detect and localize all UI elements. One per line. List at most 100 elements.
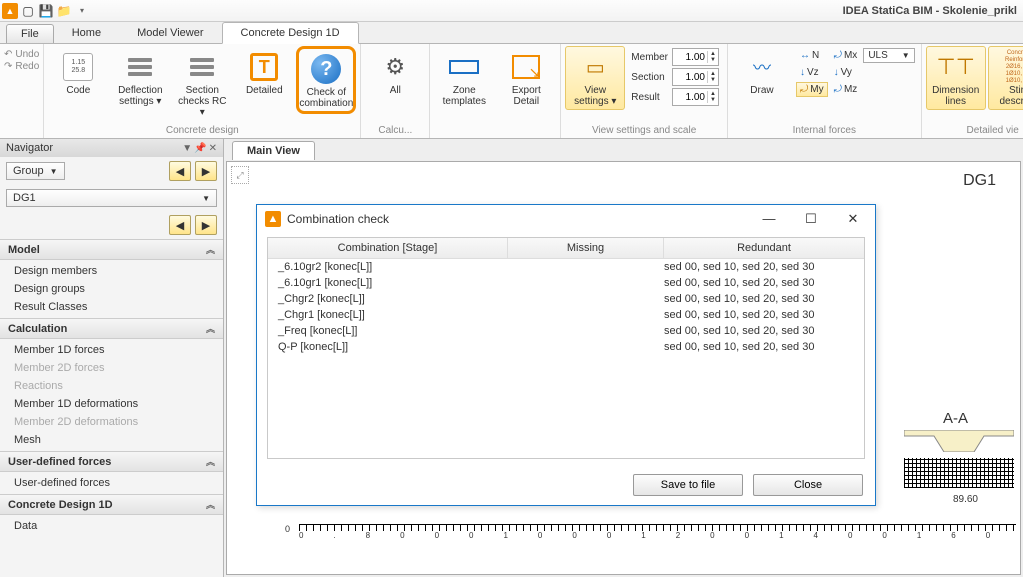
- maximize-button[interactable]: ☐: [797, 211, 825, 227]
- tab-concrete-design-1d[interactable]: Concrete Design 1D: [222, 22, 359, 44]
- save-to-file-button[interactable]: Save to file: [633, 474, 743, 496]
- section-checks-button[interactable]: Section checks RC ▾: [172, 46, 232, 121]
- draw-icon: 〰: [746, 51, 778, 83]
- spin-section[interactable]: ▲▼: [672, 68, 719, 86]
- qat-dropdown[interactable]: ▾: [74, 3, 90, 19]
- section-aa-label: A-A: [943, 410, 968, 427]
- export-detail-button[interactable]: Export Detail: [496, 46, 556, 110]
- nav-design-groups[interactable]: Design groups: [0, 280, 223, 298]
- undo-button[interactable]: ↶Undo: [4, 49, 39, 60]
- dimension-value: 89.60: [953, 494, 978, 505]
- dimension-lines-button[interactable]: ⊤⊤ Dimension lines: [926, 46, 986, 110]
- dialog-title: Combination check: [287, 212, 389, 226]
- tab-main-view[interactable]: Main View: [232, 141, 315, 160]
- deflection-settings-button[interactable]: Deflection settings ▾: [110, 46, 170, 110]
- section-user-defined-forces[interactable]: User-defined forces︽: [0, 451, 223, 472]
- close-button[interactable]: Close: [753, 474, 863, 496]
- table-row[interactable]: _Chgr1 [konec[L]]sed 00, sed 10, sed 20,…: [268, 307, 864, 323]
- spin-result[interactable]: ▲▼: [672, 88, 719, 106]
- spin-member[interactable]: ▲▼: [672, 48, 719, 66]
- gear-icon: ⚙: [379, 51, 411, 83]
- check-of-combination-button[interactable]: ? Check of combination: [296, 46, 356, 114]
- group-label-internal-forces: Internal forces: [793, 124, 856, 138]
- ruler: 0.80001000120014001600180020002200240026…: [299, 524, 1016, 542]
- scale-grid: Member ▲▼ Section ▲▼ Result ▲▼: [627, 46, 723, 108]
- force-vz[interactable]: ↓Vz: [796, 65, 828, 80]
- dg-combo[interactable]: DG1▼: [6, 189, 217, 207]
- group-concrete-design: 1.1525.8 Code Deflection settings ▾ Sect…: [44, 44, 361, 138]
- nav-prev2-button[interactable]: ◀: [169, 215, 191, 235]
- all-button[interactable]: ⚙ All: [365, 46, 425, 99]
- section-concrete-design-1d[interactable]: Concrete Design 1D︽: [0, 494, 223, 515]
- folder-icon[interactable]: 📁: [56, 3, 72, 19]
- new-icon[interactable]: ▢: [20, 3, 36, 19]
- nav-member-2d-forces: Member 2D forces: [0, 359, 223, 377]
- group-internal-forces: 〰 Draw ↔N ⤾Mx ULS▼ ↓Vz ↓Vy ⤾My ⤾Mz Inter…: [728, 44, 922, 138]
- col-redundant[interactable]: Redundant: [664, 238, 864, 258]
- nav-close-icon[interactable]: ✕: [209, 143, 217, 154]
- group-export: Zone templates Export Detail: [430, 44, 561, 138]
- tab-file[interactable]: File: [6, 24, 54, 43]
- nav-mesh[interactable]: Mesh: [0, 431, 223, 449]
- expand-icon[interactable]: ⤢: [231, 166, 249, 184]
- force-n[interactable]: ↔N: [796, 48, 828, 63]
- save-icon[interactable]: 💾: [38, 3, 54, 19]
- export-icon: [512, 55, 540, 79]
- group-label-concrete: Concrete design: [166, 124, 239, 138]
- nav-next2-button[interactable]: ▶: [195, 215, 217, 235]
- zone-templates-button[interactable]: Zone templates: [434, 46, 494, 110]
- title-bar: ▲ ▢ 💾 📁 ▾ IDEA StatiCa BIM - Skolenie_pr…: [0, 0, 1023, 22]
- table-row[interactable]: _6.10gr1 [konec[L]]sed 00, sed 10, sed 2…: [268, 275, 864, 291]
- nav-udf-item[interactable]: User-defined forces: [0, 474, 223, 492]
- tab-home[interactable]: Home: [54, 23, 119, 43]
- group-combo[interactable]: Group▼: [6, 162, 65, 180]
- label-member: Member: [631, 52, 668, 63]
- nav-data[interactable]: Data: [0, 517, 223, 535]
- section-checks-icon: [190, 58, 214, 76]
- nav-result-classes[interactable]: Result Classes: [0, 298, 223, 316]
- table-row[interactable]: _6.10gr2 [konec[L]]sed 00, sed 10, sed 2…: [268, 259, 864, 275]
- view-icon: ▭: [579, 51, 611, 83]
- nav-next-button[interactable]: ▶: [195, 161, 217, 181]
- view-settings-button[interactable]: ▭ View settings ▾: [565, 46, 625, 110]
- col-missing[interactable]: Missing: [508, 238, 664, 258]
- group-label-detailed: Detailed vie: [967, 124, 1019, 138]
- app-icon: ▲: [2, 3, 18, 19]
- dialog-titlebar[interactable]: ▲ Combination check — ☐ ✕: [257, 205, 875, 233]
- draw-button[interactable]: 〰 Draw: [732, 46, 792, 99]
- nav-design-members[interactable]: Design members: [0, 262, 223, 280]
- zone-icon: [449, 60, 479, 74]
- moment-mx[interactable]: ⤾Mx: [830, 48, 862, 63]
- moment-my[interactable]: ⤾My: [796, 82, 828, 97]
- dg-label: DG1: [963, 172, 996, 190]
- moment-mz[interactable]: ⤾Mz: [830, 82, 862, 97]
- tab-model-viewer[interactable]: Model Viewer: [119, 23, 221, 43]
- section-calculation[interactable]: Calculation︽: [0, 318, 223, 339]
- nav-member-1d-forces[interactable]: Member 1D forces: [0, 341, 223, 359]
- rebar-grid: [904, 458, 1014, 488]
- table-row[interactable]: _Chgr2 [konec[L]]sed 00, sed 10, sed 20,…: [268, 291, 864, 307]
- nav-dropdown-icon[interactable]: ▼: [182, 143, 192, 154]
- stirrup-icon: Concrete C3Reinforcemen2Ø16, stands1Ø10,…: [1008, 51, 1023, 83]
- nav-member-1d-deformations[interactable]: Member 1D deformations: [0, 395, 223, 413]
- col-combination[interactable]: Combination [Stage]: [268, 238, 508, 258]
- redo-button[interactable]: ↷Redo: [4, 61, 39, 72]
- navigator-title: Navigator ▼📌✕: [0, 139, 223, 157]
- table-row[interactable]: Q-P [konec[L]]sed 00, sed 10, sed 20, se…: [268, 339, 864, 355]
- tab-strip: File Home Model Viewer Concrete Design 1…: [0, 22, 1023, 44]
- detailed-button[interactable]: T Detailed: [234, 46, 294, 99]
- code-button[interactable]: 1.1525.8 Code: [48, 46, 108, 99]
- beam-section-sketch: [904, 430, 1014, 452]
- uls-select[interactable]: ULS▼: [863, 48, 914, 63]
- app-title: IDEA StatiCa BIM - Skolenie_prikl: [843, 5, 1023, 17]
- minimize-button[interactable]: —: [755, 211, 783, 227]
- close-x-button[interactable]: ✕: [839, 211, 867, 227]
- dialog-footer: Save to file Close: [257, 465, 875, 505]
- table-row[interactable]: _Freq [konec[L]]sed 00, sed 10, sed 20, …: [268, 323, 864, 339]
- combination-check-dialog: ▲ Combination check — ☐ ✕ Combination [S…: [256, 204, 876, 506]
- section-model[interactable]: Model︽: [0, 239, 223, 260]
- stirrup-description-button[interactable]: Concrete C3Reinforcemen2Ø16, stands1Ø10,…: [988, 46, 1023, 110]
- nav-prev-button[interactable]: ◀: [169, 161, 191, 181]
- nav-pin-icon[interactable]: 📌: [194, 143, 206, 154]
- force-vy[interactable]: ↓Vy: [830, 65, 862, 80]
